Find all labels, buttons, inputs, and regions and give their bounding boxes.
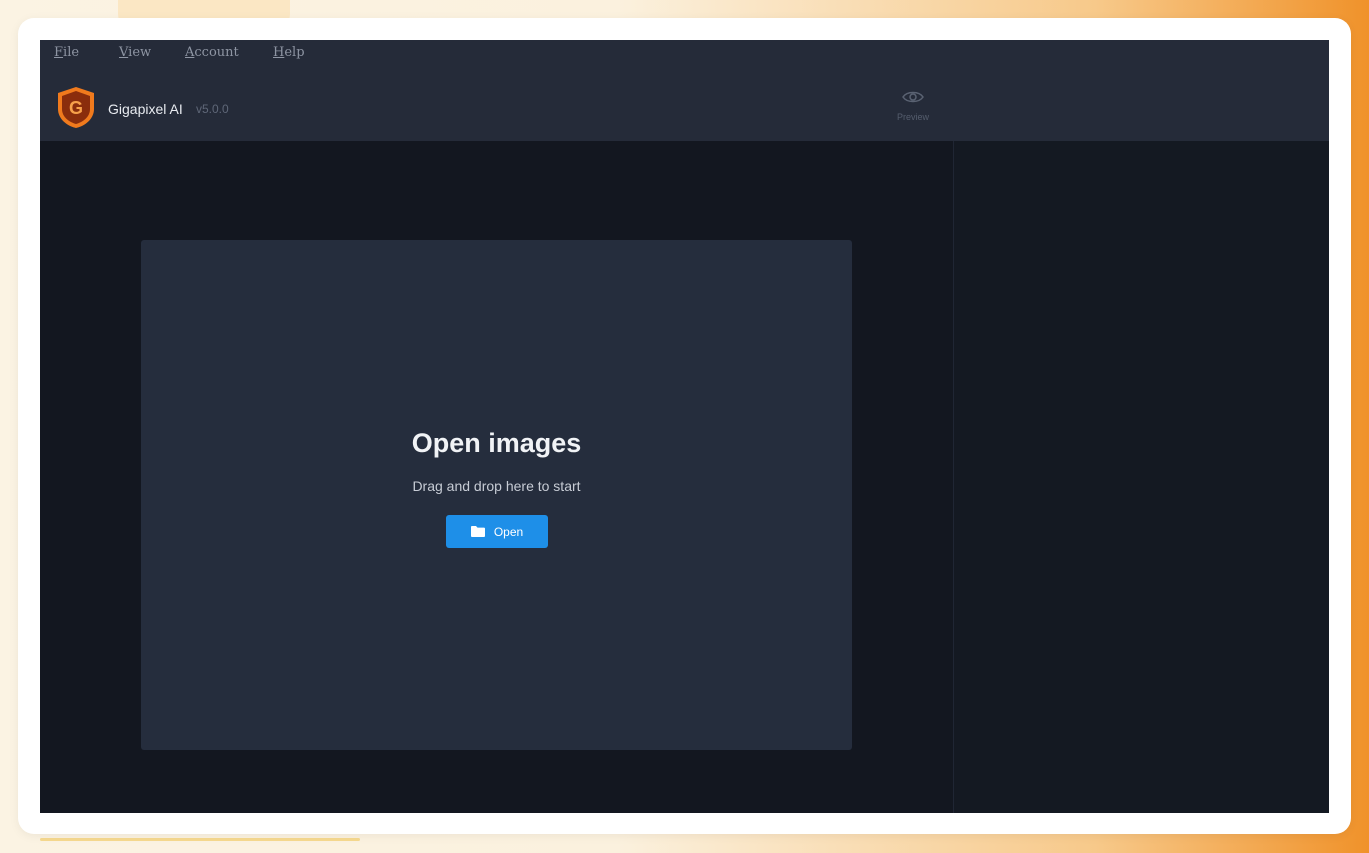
drop-zone-title: Open images [411,428,582,458]
menu-help[interactable]: Help [273,45,305,60]
app-version: v5.0.0 [196,102,229,116]
right-side-panel [953,141,1329,813]
drop-zone-subtitle: Drag and drop here to start [412,478,581,494]
app-window: File View Account Help G Gigapixel AI v5… [40,40,1329,813]
app-header: G Gigapixel AI v5.0.0 Preview [40,70,1329,141]
menu-account[interactable]: Account [185,45,239,60]
open-button[interactable]: Open [446,515,548,548]
eye-icon [902,91,924,103]
gigapixel-logo-icon: G [58,87,94,128]
drop-zone[interactable]: Open images Drag and drop here to start … [141,240,852,750]
logo-letter: G [69,98,83,118]
main-canvas-area: Open images Drag and drop here to start … [40,141,953,813]
menu-bar: File View Account Help [40,40,1329,70]
folder-icon [470,526,485,537]
menu-file[interactable]: File [54,45,79,60]
preview-button[interactable]: Preview [888,90,938,130]
background-accent-line [40,838,360,841]
app-name: Gigapixel AI [108,101,183,117]
preview-label: Preview [896,112,929,122]
open-button-label: Open [493,524,524,539]
menu-view[interactable]: View [119,45,151,60]
